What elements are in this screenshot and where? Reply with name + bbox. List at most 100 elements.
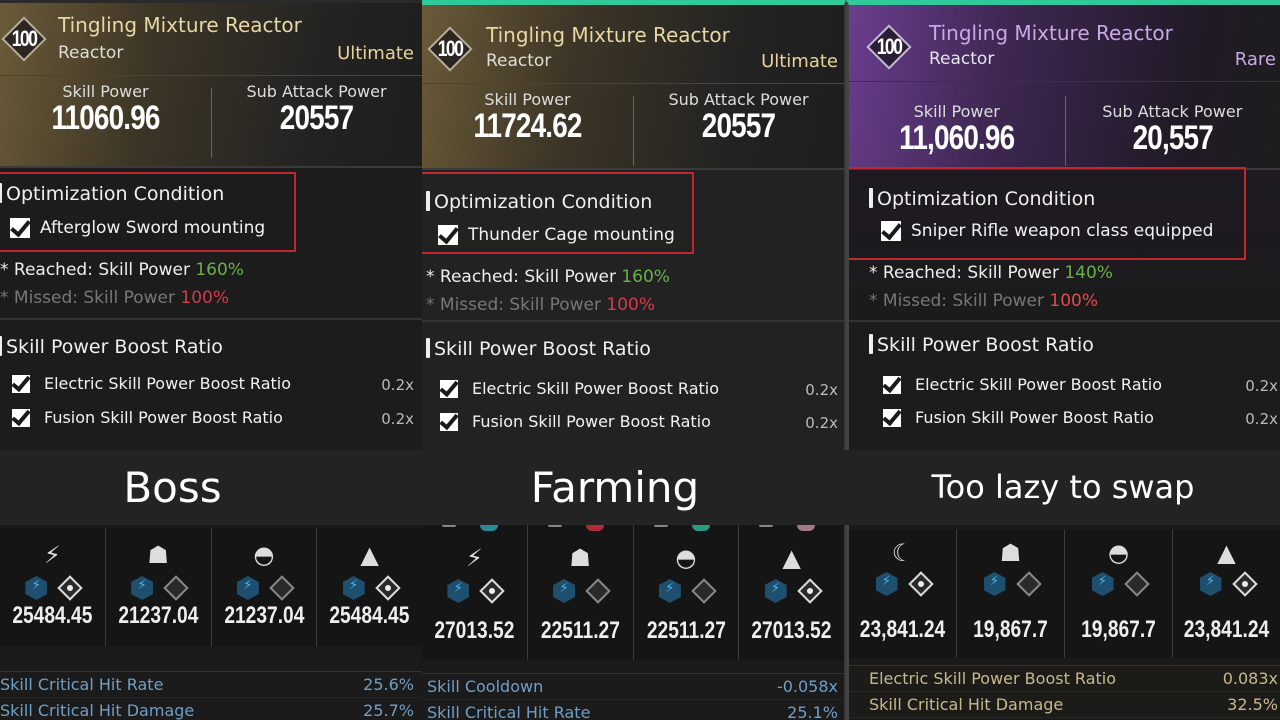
level-value: 100: [437, 36, 464, 61]
caption-farming: Farming: [530, 463, 700, 512]
module-type-icons: [957, 571, 1064, 597]
module-slot[interactable]: ☗ 19,867.7: [957, 530, 1065, 658]
item-title: Tingling Mixture Reactor: [58, 13, 302, 37]
helmet-icon: ☗: [147, 541, 169, 569]
reactor-card-3: 100 Tingling Mixture Reactor Reactor Rar…: [846, 0, 1280, 720]
missed-value: 100%: [180, 288, 230, 308]
socket-type-diamond-icon: [479, 578, 506, 604]
boost-item: Electric Skill Power Boost Ratio: [440, 379, 719, 398]
missed-value: 100%: [606, 295, 656, 315]
optimization-section: Optimization Condition Thunder Cage moun…: [422, 170, 844, 322]
substat-list: Skill Cooldown -0.058x Skill Critical Hi…: [422, 673, 844, 720]
boost-item-label: Electric Skill Power Boost Ratio: [915, 375, 1163, 394]
socket-type-diamond-icon: [907, 571, 934, 597]
skill-power-value: 11060.96: [51, 99, 160, 137]
condition-label: Sniper Rifle weapon class equipped: [911, 221, 1214, 241]
missed-note: * Missed: Skill Power 100%: [0, 288, 229, 308]
level-badge: 100: [426, 25, 474, 73]
substat-value: 25.1%: [787, 703, 838, 720]
substat-row: Electric Skill Power Boost Ratio 0.083x: [849, 666, 1280, 692]
boost-item-label: Electric Skill Power Boost Ratio: [44, 374, 292, 393]
reached-value: 160%: [621, 267, 670, 287]
electric-hex-icon: [875, 572, 898, 596]
triangle-icon: ▲: [360, 541, 379, 569]
socket-indicators: [528, 525, 633, 533]
condition-label: Thunder Cage mounting: [468, 225, 675, 245]
item-title: Tingling Mixture Reactor: [486, 23, 730, 47]
boost-item-label: Fusion Skill Power Boost Ratio: [472, 412, 711, 431]
substat-label: Skill Critical Hit Damage: [869, 695, 1064, 714]
module-slot[interactable]: ▲ 25484.45: [317, 528, 422, 646]
substat-row: Skill Critical Hit Damage 32.5%: [849, 692, 1280, 718]
sub-attack-stat: Sub Attack Power 20557: [633, 90, 844, 146]
sub-attack-value: 20557: [701, 107, 776, 145]
module-type-icons: [528, 578, 633, 604]
module-slot[interactable]: ⚡ 27013.52: [422, 525, 528, 660]
skill-power-stat: Skill Power 11724.62: [422, 90, 633, 146]
checkbox-checked-icon: [883, 408, 901, 427]
substat-list: Electric Skill Power Boost Ratio 0.083x …: [849, 665, 1280, 718]
socket-type-diamond-icon: [1015, 571, 1042, 597]
skill-power-value: 11724.62: [473, 107, 582, 145]
boost-ratio-section: Skill Power Boost Ratio Electric Skill P…: [0, 320, 422, 455]
card-header: 100 Tingling Mixture Reactor Reactor Ult…: [0, 3, 422, 168]
reached-value: 160%: [195, 260, 244, 280]
module-slot[interactable]: ▲ 23,841.24: [1173, 530, 1280, 658]
module-skill-value: 21237.04: [223, 602, 304, 629]
skill-power-value: 11,060.96: [899, 119, 1015, 157]
checkbox-checked-icon: [12, 408, 30, 427]
socket-type-diamond-icon: [691, 578, 717, 604]
module-type-icons: [849, 571, 956, 597]
socket-type-diamond-icon: [57, 575, 84, 601]
boost-heading: Skill Power Boost Ratio: [426, 338, 651, 360]
reached-value: 140%: [1064, 263, 1113, 283]
module-type-icons: [739, 578, 844, 604]
checkbox-checked-icon: [440, 379, 458, 398]
module-slot[interactable]: ◓ 22511.27: [634, 525, 740, 660]
socket-color-dot: [691, 525, 710, 531]
module-slot[interactable]: ☗ 21237.04: [106, 528, 212, 646]
module-slot[interactable]: ▲ 27013.52: [739, 525, 844, 660]
substat-row: Skill Critical Hit Rate 25.1%: [422, 700, 844, 720]
electric-hex-icon: [25, 576, 48, 600]
substat-value: 0.083x: [1222, 669, 1278, 688]
electric-hex-icon: [447, 579, 470, 603]
reached-note: * Reached: Skill Power 160%: [426, 267, 670, 287]
socket-type-diamond-icon: [269, 575, 295, 601]
dome-icon: ◓: [675, 544, 697, 572]
item-grade: Rare: [1234, 49, 1276, 70]
module-skill-value: 25484.45: [12, 602, 93, 629]
caption-bar: Boss Farming Too lazy to swap: [0, 450, 1280, 525]
boost-item: Fusion Skill Power Boost Ratio: [440, 412, 711, 431]
module-type-icons: [422, 578, 527, 604]
item-type: Reactor: [929, 49, 995, 69]
module-slot[interactable]: ⚡ 25484.45: [0, 528, 106, 646]
highlight-box: [849, 167, 1246, 260]
module-skill-value: 22511.27: [540, 617, 620, 644]
socket-dash: [653, 525, 668, 527]
optimization-condition: Afterglow Sword mounting: [10, 218, 265, 238]
boost-item-value: 0.2x: [805, 381, 838, 399]
reached-note: * Reached: Skill Power 160%: [0, 260, 244, 280]
module-slot[interactable]: ◓ 19,867.7: [1065, 530, 1173, 658]
boost-item-label: Fusion Skill Power Boost Ratio: [44, 408, 283, 427]
module-list: ⚡ 27013.52 ☗ 22511.27 ◓ 22511.27 ▲ 27013.52: [422, 525, 844, 660]
item-type: Reactor: [58, 43, 124, 63]
boost-ratio-section: Skill Power Boost Ratio Electric Skill P…: [849, 322, 1280, 457]
caption-boss: Boss: [123, 463, 222, 512]
module-slot[interactable]: ☾ 23,841.24: [849, 530, 957, 658]
optimization-condition: Sniper Rifle weapon class equipped: [881, 221, 1213, 241]
socket-dash: [547, 525, 562, 527]
substat-label: Electric Skill Power Boost Ratio: [869, 669, 1117, 688]
triangle-icon: ▲: [1217, 539, 1236, 567]
reactor-card-1: 100 Tingling Mixture Reactor Reactor Ult…: [0, 0, 422, 720]
boost-item-value: 0.2x: [381, 376, 414, 394]
caption-too-lazy: Too lazy to swap: [931, 468, 1195, 506]
electric-hex-icon: [236, 576, 259, 600]
module-skill-value: 22511.27: [646, 617, 726, 644]
module-slot[interactable]: ☗ 22511.27: [528, 525, 634, 660]
module-slot[interactable]: ◓ 21237.04: [212, 528, 318, 646]
checkbox-checked-icon: [440, 412, 458, 431]
main-stats: Skill Power 11060.96 Sub Attack Power 20…: [0, 75, 422, 167]
socket-type-diamond-icon: [163, 575, 189, 601]
